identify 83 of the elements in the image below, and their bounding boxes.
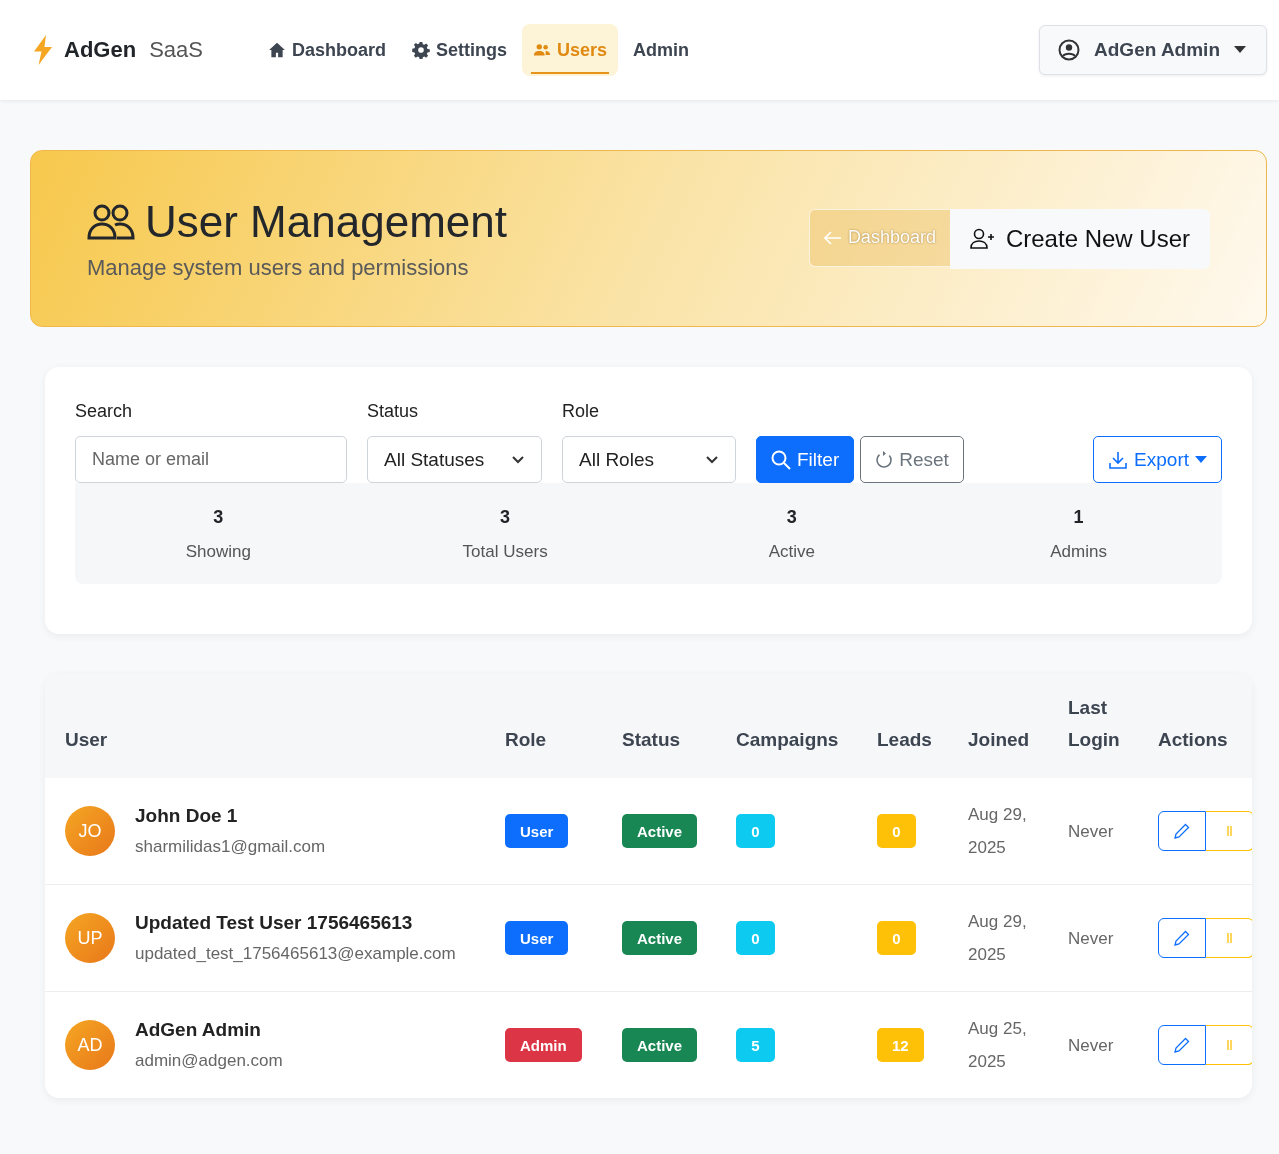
column-header: Leads xyxy=(877,728,933,752)
user-avatar: UP xyxy=(65,913,115,963)
user-name: Updated Test User 1756465613 xyxy=(135,912,414,934)
role-badge: Admin xyxy=(505,1028,582,1062)
leads-count: 0 xyxy=(877,814,916,848)
column-header: Actions xyxy=(1158,728,1229,752)
pause-icon xyxy=(1227,1040,1232,1050)
status-badge: Active xyxy=(622,1028,698,1062)
role-badge: User xyxy=(505,814,569,848)
home-icon xyxy=(267,41,286,59)
stat-label: Admins xyxy=(1050,542,1107,562)
pause-icon xyxy=(1227,933,1232,943)
column-header: Campaigns xyxy=(736,728,840,752)
user-email: admin@adgen.com xyxy=(135,1051,283,1071)
status-badge: Active xyxy=(622,814,698,848)
export-button[interactable]: Export xyxy=(1093,436,1222,483)
field-label: Search xyxy=(75,401,134,422)
nav-link[interactable]: Settings xyxy=(401,24,518,76)
leads-count: 12 xyxy=(877,1028,924,1062)
stat-value: 3 xyxy=(213,507,224,528)
campaigns-count: 0 xyxy=(736,921,775,955)
pencil-icon xyxy=(1173,1036,1191,1054)
joined-date: Aug 25, 2025 xyxy=(968,1018,1028,1073)
user-avatar: AD xyxy=(65,1020,115,1070)
stat-label: Total Users xyxy=(462,542,548,562)
caret-icon xyxy=(1195,455,1207,464)
stat-label: Showing xyxy=(185,542,251,562)
stat-value: 3 xyxy=(786,507,797,528)
person-plus-icon xyxy=(969,227,996,250)
user-avatar: JO xyxy=(65,806,115,856)
edit-button[interactable] xyxy=(1158,811,1206,851)
stat-value: 1 xyxy=(1073,507,1084,528)
arrow-left-icon xyxy=(823,230,842,245)
edit-button[interactable] xyxy=(1158,1025,1206,1065)
user-circle-icon xyxy=(1058,39,1081,61)
stat-value: 3 xyxy=(500,507,511,528)
pencil-icon xyxy=(1173,929,1191,947)
last-login: Never xyxy=(1068,1034,1115,1057)
download-icon xyxy=(1108,449,1129,470)
column-header: Role xyxy=(505,728,548,752)
search-icon xyxy=(771,449,791,470)
last-login: Never xyxy=(1068,820,1115,843)
role-dropdown[interactable]: All Roles xyxy=(562,436,736,483)
field-label: Role xyxy=(562,401,601,422)
column-header: Status xyxy=(622,728,682,752)
brand-suffix: SaaS xyxy=(149,37,203,63)
stat-label: Active xyxy=(768,542,815,562)
brand-name[interactable]: AdGen xyxy=(64,37,137,63)
status-dropdown[interactable]: All Statuses xyxy=(367,436,542,483)
caret-icon xyxy=(1234,46,1246,54)
user-name: John Doe 1 xyxy=(135,805,239,827)
refresh-icon xyxy=(875,450,894,469)
user-menu-button[interactable]: AdGen Admin xyxy=(1039,25,1267,75)
campaigns-count: 5 xyxy=(736,1028,775,1062)
column-header: User xyxy=(65,728,109,752)
user-email: updated_test_1756465613@example.com xyxy=(135,944,456,964)
reset-button[interactable]: Reset xyxy=(860,436,964,483)
column-header: Joined xyxy=(968,728,1031,752)
pencil-icon xyxy=(1173,822,1191,840)
status-badge: Active xyxy=(622,921,698,955)
user-name: AdGen Admin xyxy=(135,1019,262,1041)
leads-count: 0 xyxy=(877,921,916,955)
create-user-button[interactable]: Create New User xyxy=(949,208,1210,269)
joined-date: Aug 29, 2025 xyxy=(968,804,1028,859)
chevron-down-icon xyxy=(705,454,719,465)
nav-link[interactable]: Admin xyxy=(622,24,701,76)
user-email: sharmilidas1@gmail.com xyxy=(135,837,326,857)
edit-button[interactable] xyxy=(1158,918,1206,958)
last-login: Never xyxy=(1068,927,1115,950)
users-icon xyxy=(87,202,135,241)
page-title: User Management xyxy=(145,196,507,247)
pause-icon xyxy=(1227,826,1232,836)
gear-icon xyxy=(412,41,430,59)
filter-button[interactable]: Filter xyxy=(756,436,855,483)
nav-link[interactable]: Dashboard xyxy=(256,24,397,76)
search-field[interactable]: Name or email xyxy=(75,436,347,483)
role-badge: User xyxy=(505,921,569,955)
chevron-down-icon xyxy=(511,454,525,465)
field-label: Status xyxy=(367,401,420,422)
column-header: Last Login xyxy=(1068,696,1121,752)
joined-date: Aug 29, 2025 xyxy=(968,911,1028,966)
campaigns-count: 0 xyxy=(736,814,775,848)
page-subtitle: Manage system users and permissions xyxy=(87,254,470,281)
